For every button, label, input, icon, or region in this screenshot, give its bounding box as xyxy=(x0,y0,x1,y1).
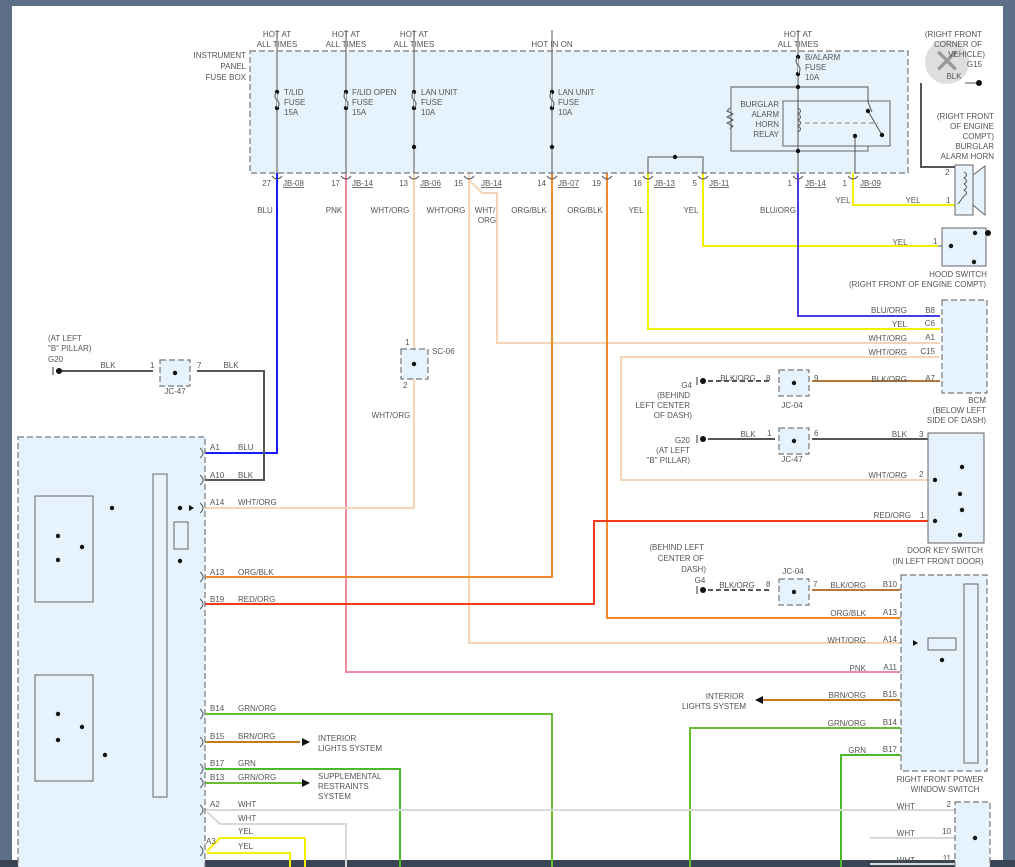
bottom-taskbar xyxy=(0,860,1015,867)
close-icon: ✕ xyxy=(932,43,962,81)
close-button[interactable]: ✕ xyxy=(925,40,969,84)
diagram-page xyxy=(12,6,1003,860)
